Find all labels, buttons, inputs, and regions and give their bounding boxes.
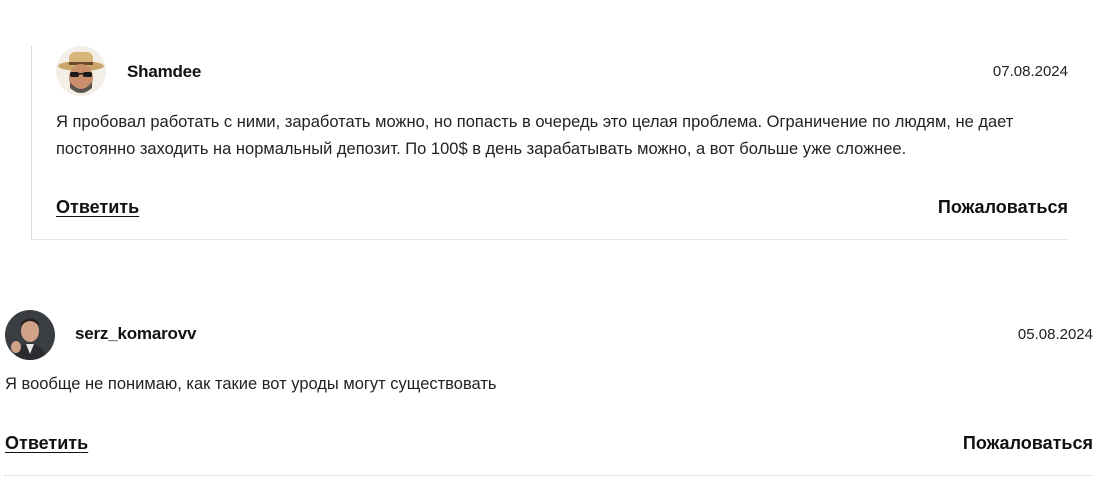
reply-button[interactable]: Ответить [5, 433, 88, 454]
comment-date: 07.08.2024 [992, 63, 1068, 80]
reply-button[interactable]: Ответить [56, 197, 139, 218]
avatar-image [56, 46, 106, 96]
avatar-image [5, 310, 55, 360]
comment-date: 05.08.2024 [1017, 326, 1093, 343]
avatar[interactable] [5, 310, 55, 360]
comment-text: Я вообще не понимаю, как такие вот уроды… [5, 375, 497, 393]
comment-author: Shamdee [127, 62, 202, 81]
report-button[interactable]: Пожаловаться [938, 197, 1068, 218]
comment: serz_komarovv 05.08.2024 Я вообще не пон… [5, 308, 1093, 476]
report-button[interactable]: Пожаловаться [963, 433, 1093, 454]
comment-text: Я пробовал работать с ними, заработать м… [56, 113, 1014, 158]
comment-reply: Shamdee 07.08.2024 Я пробовал работать с… [31, 46, 1068, 240]
avatar[interactable] [56, 46, 106, 96]
comment-author: serz_komarovv [75, 324, 197, 343]
